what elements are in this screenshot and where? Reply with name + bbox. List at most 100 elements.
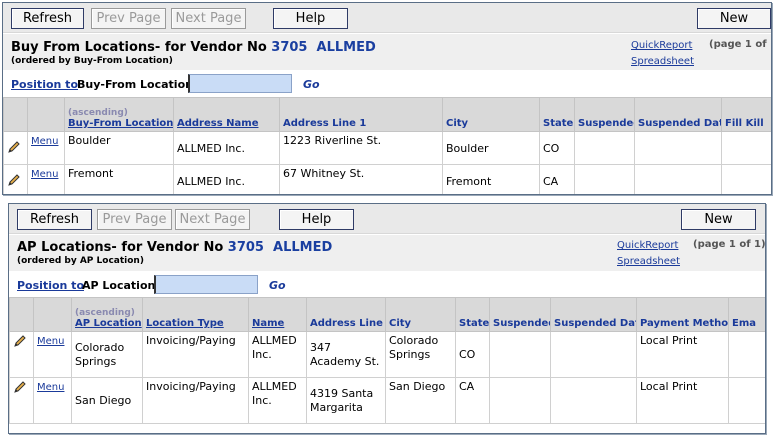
location-type-cell: Invoicing/Paying — [142, 331, 249, 378]
help-button[interactable]: Help — [273, 8, 348, 29]
next-page-button[interactable]: Next Page — [171, 8, 246, 29]
header-edit — [9, 297, 34, 332]
position-row: Position to AP Location Go — [9, 271, 765, 297]
spreadsheet-link[interactable]: Spreadsheet — [617, 256, 680, 267]
buy-from-locations-panel: Refresh Prev Page Next Page Help New Buy… — [2, 2, 772, 195]
header-email[interactable]: Ema — [728, 297, 765, 332]
page-subtitle: (ordered by Buy-From Location) — [11, 56, 173, 66]
fill-kill-cell — [721, 164, 771, 194]
location-cell: Fremont — [64, 164, 174, 194]
header-city[interactable]: City — [442, 97, 540, 132]
column-label: Suspended Date — [638, 118, 722, 129]
go-button[interactable]: Go — [269, 279, 286, 292]
pencil-icon[interactable] — [7, 140, 21, 154]
edit-cell[interactable] — [3, 131, 28, 165]
position-input[interactable] — [188, 74, 292, 93]
edit-cell[interactable] — [9, 377, 34, 424]
help-button[interactable]: Help — [279, 209, 354, 230]
header-edit — [3, 97, 28, 132]
header-suspended[interactable]: Suspended — [574, 97, 635, 132]
column-label: State — [459, 318, 490, 329]
table-row: Menu Boulder ALLMED Inc. 1223 Riverline … — [3, 131, 771, 165]
pencil-icon[interactable] — [7, 173, 21, 187]
name-cell: ALLMED Inc. — [248, 377, 307, 424]
header-buy-from-location[interactable]: (ascending) Buy-From Location — [64, 97, 174, 132]
page-title: AP Locations- for Vendor No 3705 ALLMED — [17, 240, 332, 255]
new-button[interactable]: New — [681, 209, 756, 230]
address-line1-cell: 347 Academy St. — [306, 331, 386, 378]
city-cell: Colorado Springs — [385, 331, 456, 378]
suspended-cell — [489, 331, 551, 378]
column-label: City — [446, 118, 469, 129]
suspended-cell — [574, 164, 635, 194]
header-suspended-date[interactable]: Suspended Date — [634, 97, 722, 132]
header-payment-method[interactable]: Payment Method — [636, 297, 729, 332]
header-city[interactable]: City — [385, 297, 456, 332]
column-label: Suspended Date — [554, 318, 636, 329]
menu-link[interactable]: Menu — [31, 136, 58, 147]
go-button[interactable]: Go — [303, 78, 320, 91]
prev-page-button[interactable]: Prev Page — [97, 209, 172, 230]
spreadsheet-link[interactable]: Spreadsheet — [631, 56, 694, 67]
column-label: Address Line 1 — [310, 318, 386, 329]
position-field-label: AP Location — [82, 279, 156, 292]
suspended-date-cell — [550, 377, 637, 424]
table-header-row: (ascending) AP Location Location Type Nam… — [9, 297, 765, 332]
column-label: Fill Kill — [725, 118, 764, 129]
vendor-name: ALLMED — [273, 240, 333, 255]
page-subtitle: (ordered by AP Location) — [17, 256, 144, 266]
column-label: Ema — [732, 318, 756, 329]
table-row: Menu Colorado Springs Invoicing/Paying A… — [9, 331, 765, 378]
location-cell: Colorado Springs — [71, 331, 143, 378]
position-row: Position to Buy-From Location Go — [3, 70, 771, 96]
header-ap-location[interactable]: (ascending) AP Location — [71, 297, 143, 332]
table-header-row: (ascending) Buy-From Location Address Nam… — [3, 97, 771, 132]
menu-link[interactable]: Menu — [37, 336, 64, 347]
email-cell — [728, 331, 765, 378]
quickreport-link[interactable]: QuickReport — [631, 40, 692, 51]
location-type-cell: Invoicing/Paying — [142, 377, 249, 424]
position-input[interactable] — [154, 275, 258, 294]
name-cell: ALLMED Inc. — [248, 331, 307, 378]
header-address-line1[interactable]: Address Line 1 — [306, 297, 386, 332]
column-label: Suspended — [578, 118, 635, 129]
column-label: State — [543, 118, 574, 129]
state-cell: CO — [455, 331, 490, 378]
prev-page-button[interactable]: Prev Page — [91, 8, 166, 29]
refresh-button[interactable]: Refresh — [11, 8, 84, 29]
suspended-date-cell — [550, 331, 637, 378]
header-address-line1[interactable]: Address Line 1 — [279, 97, 443, 132]
new-button[interactable]: New — [697, 8, 771, 29]
position-to-link[interactable]: Position to — [17, 279, 84, 292]
payment-method-cell: Local Print — [636, 377, 729, 424]
state-cell: CA — [455, 377, 490, 424]
quickreport-link[interactable]: QuickReport — [617, 240, 678, 251]
header-state[interactable]: State — [539, 97, 575, 132]
state-cell: CO — [539, 131, 575, 165]
address-line1-cell: 1223 Riverline St. — [279, 131, 443, 165]
position-field-label: Buy-From Location — [77, 78, 193, 91]
pencil-icon[interactable] — [13, 380, 27, 394]
header-suspended-date[interactable]: Suspended Date — [550, 297, 637, 332]
header-fill-kill[interactable]: Fill Kill — [721, 97, 771, 132]
header-state[interactable]: State — [455, 297, 490, 332]
column-label: Address Line 1 — [283, 118, 367, 129]
header-address-name[interactable]: Address Name — [173, 97, 280, 132]
vendor-name: ALLMED — [316, 40, 376, 55]
pencil-icon[interactable] — [13, 334, 27, 348]
next-page-button[interactable]: Next Page — [175, 209, 250, 230]
menu-link[interactable]: Menu — [31, 169, 58, 180]
title-text: AP Locations- for Vendor No — [17, 240, 228, 255]
position-to-link[interactable]: Position to — [11, 78, 78, 91]
edit-cell[interactable] — [9, 331, 34, 378]
address-line1-cell: 67 Whitney St. — [279, 164, 443, 194]
refresh-button[interactable]: Refresh — [17, 209, 92, 230]
header-name[interactable]: Name — [248, 297, 307, 332]
header-suspended[interactable]: Suspended — [489, 297, 551, 332]
edit-cell[interactable] — [3, 164, 28, 194]
menu-link[interactable]: Menu — [37, 382, 64, 393]
title-text: Buy From Locations- for Vendor No — [11, 40, 272, 55]
title-bar: Buy From Locations- for Vendor No 3705 A… — [3, 34, 771, 70]
payment-method-cell: Local Print — [636, 331, 729, 378]
header-location-type[interactable]: Location Type — [142, 297, 249, 332]
